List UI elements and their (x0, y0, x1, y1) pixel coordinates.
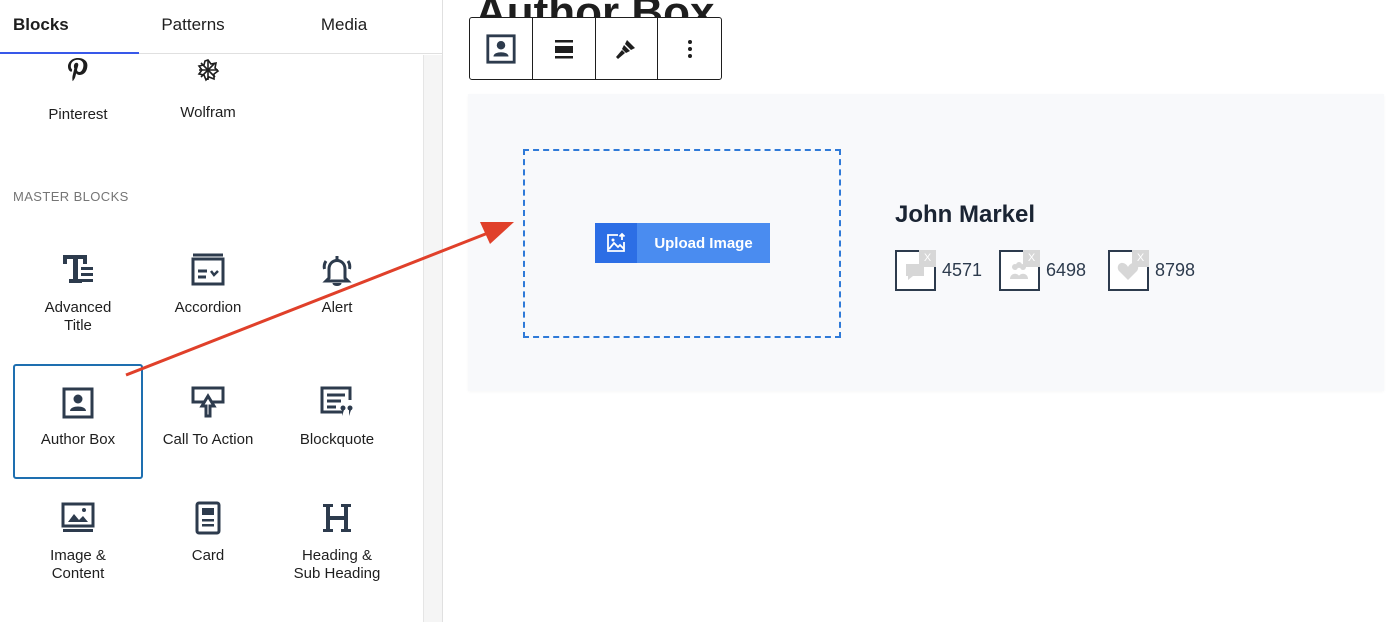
toolbar-style-button[interactable] (596, 18, 659, 79)
broken-image-badge: X (1023, 250, 1040, 267)
block-item-call-to-action[interactable]: Call To Action (143, 384, 273, 449)
block-label: Advanced Title (44, 299, 112, 334)
more-options-icon (687, 39, 692, 58)
stat-value: 4571 (942, 260, 983, 280)
upload-image-label: Upload Image (654, 234, 753, 252)
brush-icon (616, 39, 636, 59)
image-content-icon (61, 502, 95, 532)
followers-icon: X (999, 250, 1040, 291)
block-label: Call To Action (162, 431, 254, 448)
block-label: Accordion (174, 299, 242, 316)
block-toolbar (469, 17, 722, 80)
toolbar-align-button[interactable] (533, 18, 596, 79)
block-label: Card (191, 547, 225, 564)
inserter-tabs: Blocks Patterns Media (0, 0, 442, 54)
block-item-image-content[interactable]: Image & Content (13, 500, 143, 583)
stat-value: 6498 (1046, 260, 1087, 280)
stat-comments: X 4571 (895, 250, 982, 291)
broken-image-badge: X (919, 250, 936, 267)
block-inserter-panel: Blocks Patterns Media Pinterest Wolfram … (0, 0, 443, 622)
block-label: Pinterest (48, 106, 108, 123)
block-item-heading-sub-heading[interactable]: Heading & Sub Heading (272, 500, 402, 583)
block-item-accordion[interactable]: Accordion (143, 252, 273, 317)
block-item-card[interactable]: Card (143, 500, 273, 565)
card-icon (195, 501, 221, 535)
block-item-alert[interactable]: Alert (272, 252, 402, 317)
block-label: Author Box (40, 431, 116, 448)
block-label: Blockquote (299, 431, 375, 448)
bell-icon (322, 256, 352, 286)
author-name[interactable]: John Markel (895, 201, 1035, 229)
block-label: Alert (321, 299, 353, 316)
block-label: Wolfram (180, 104, 236, 121)
section-heading-master-blocks: MASTER BLOCKS (13, 189, 129, 204)
author-box-icon (62, 387, 94, 419)
broken-image-badge: X (1132, 250, 1149, 267)
upload-image-icon (595, 223, 637, 263)
block-item-advanced-title[interactable]: Advanced Title (13, 252, 143, 335)
toolbar-more-options-button[interactable] (658, 18, 721, 79)
advanced-title-icon (63, 255, 93, 283)
call-to-action-icon (191, 386, 225, 418)
wolfram-icon (197, 59, 220, 82)
pinterest-icon (68, 58, 88, 82)
block-label: Image & Content (50, 547, 106, 582)
likes-icon: X (1108, 250, 1149, 291)
stat-likes: X 8798 (1108, 250, 1195, 291)
accordion-icon (191, 253, 225, 286)
block-item-wolfram[interactable]: Wolfram (143, 58, 273, 122)
stat-followers: X 6498 (999, 250, 1086, 291)
block-item-pinterest[interactable]: Pinterest (13, 56, 143, 124)
tab-media[interactable]: Media (290, 0, 398, 54)
block-label: Heading & Sub Heading (293, 547, 381, 582)
tab-blocks[interactable]: Blocks (0, 0, 139, 54)
block-item-blockquote[interactable]: Blockquote (272, 384, 402, 449)
stat-value: 8798 (1155, 260, 1196, 280)
comments-icon: X (895, 250, 936, 291)
toolbar-block-type-button[interactable] (470, 18, 533, 79)
upload-image-button[interactable]: Upload Image (595, 223, 770, 263)
align-icon (554, 39, 573, 58)
tab-patterns[interactable]: Patterns (139, 0, 247, 54)
blockquote-icon (320, 386, 353, 416)
author-box-icon (486, 33, 516, 64)
block-item-author-box[interactable]: Author Box (13, 364, 143, 479)
inserter-scrollbar[interactable] (423, 55, 442, 622)
heading-icon (323, 504, 351, 532)
